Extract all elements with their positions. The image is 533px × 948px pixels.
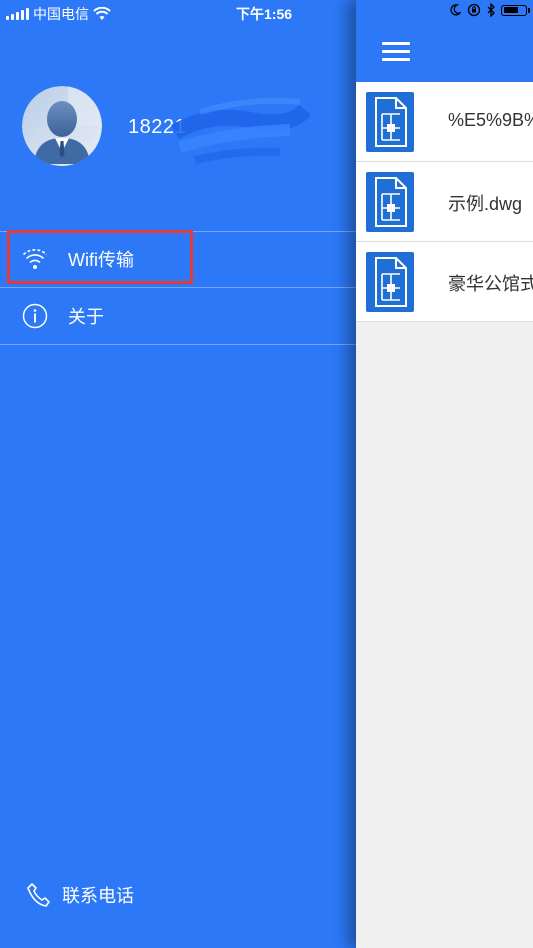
bluetooth-icon xyxy=(487,3,495,17)
info-icon xyxy=(22,303,48,329)
status-right xyxy=(449,3,530,17)
signal-icon xyxy=(6,8,29,20)
user-avatar-icon xyxy=(22,86,102,166)
side-drawer: 18221 Wifi传输 关于 联系电话 xyxy=(0,0,356,948)
highlight-annotation xyxy=(7,230,193,284)
cad-file-icon xyxy=(366,252,414,312)
avatar[interactable] xyxy=(22,86,102,166)
file-name: 示例.dwg xyxy=(448,194,523,214)
file-row[interactable]: 豪华公馆式 xyxy=(356,242,533,322)
status-left: 中国电信 xyxy=(6,4,111,24)
cad-file-icon xyxy=(366,172,414,232)
status-time: 下午1:56 xyxy=(236,6,293,22)
moon-icon xyxy=(450,4,461,16)
cad-file-icon xyxy=(366,92,414,152)
carrier-name: 中国电信 xyxy=(33,6,89,22)
file-row[interactable]: %E5%9B% xyxy=(356,82,533,162)
menu-item-about[interactable]: 关于 xyxy=(0,288,356,344)
main-panel: %E5%9B% 示例.dwg 豪华公馆式 xyxy=(356,0,533,948)
battery-icon xyxy=(501,4,530,16)
phone-icon xyxy=(27,883,50,907)
redaction-scribble xyxy=(171,97,310,164)
file-name: 豪华公馆式 xyxy=(448,274,533,294)
contact-phone-link[interactable]: 联系电话 xyxy=(26,882,134,908)
menu-item-label: 关于 xyxy=(68,307,104,327)
menu-divider xyxy=(0,344,356,345)
wifi-status-icon xyxy=(93,7,111,20)
orientation-lock-icon xyxy=(467,3,481,17)
file-row[interactable]: 示例.dwg xyxy=(356,162,533,242)
file-name: %E5%9B% xyxy=(448,110,533,130)
contact-label: 联系电话 xyxy=(62,886,134,906)
file-list: %E5%9B% 示例.dwg 豪华公馆式 xyxy=(356,82,533,322)
status-bar: 中国电信 下午1:56 xyxy=(0,0,533,26)
menu-icon[interactable] xyxy=(382,42,410,62)
